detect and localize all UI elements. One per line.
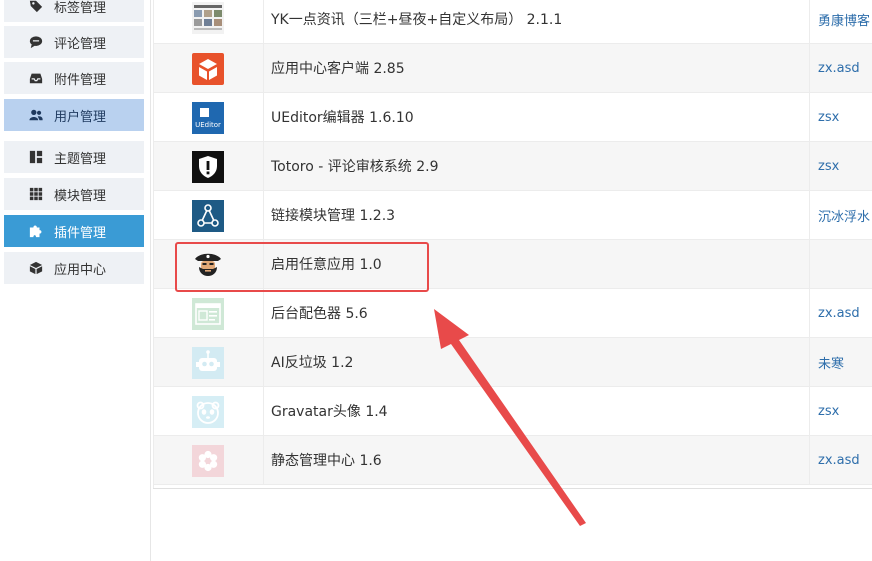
table-row[interactable]: 链接模块管理 1.2.3 沉冰浮水 [153,191,872,240]
plugin-author-link[interactable]: zsx [809,387,872,435]
plugin-author-link[interactable] [809,240,872,288]
plugin-name: 应用中心客户端 2.85 [271,61,405,77]
sidebar-item-tags[interactable]: 标签管理 [4,0,144,22]
ueditor-icon-label: UEditor [195,121,221,129]
sidebar-item-plugins[interactable]: 插件管理 [4,215,144,247]
plugin-author-link[interactable]: 未寒 [809,338,872,386]
comment-icon [29,36,43,49]
table-row[interactable]: AI反垃圾 1.2 未寒 [153,338,872,387]
plugin-name: 静态管理中心 1.6 [271,453,382,469]
layout-icon [29,150,43,164]
users-icon [29,109,43,121]
tag-icon [29,0,43,13]
sidebar-item-label: 模块管理 [54,188,107,204]
plugin-author-link[interactable]: zsx [809,93,872,141]
plugin-name: 链接模块管理 1.2.3 [271,208,396,224]
sidebar-item-label: 插件管理 [54,225,107,241]
sidebar-item-label: 应用中心 [54,262,107,278]
sidebar: 标签管理 评论管理 附件管理 用户管理 主题管理 模块管理 插件管理 应用中心 [0,0,151,561]
shield-alert-icon [192,151,224,183]
puzzle-icon [29,225,42,238]
table-bottom-border [153,488,872,489]
share-nodes-icon [192,200,224,232]
plugin-author-link[interactable]: zsx [809,142,872,190]
plugin-name: AI反垃圾 1.2 [271,355,354,371]
app-center-cube-icon [192,53,224,85]
plugin-author-link[interactable]: zx.asd [809,44,872,92]
grid-icon [29,187,43,201]
table-left-border [153,0,154,489]
table-row[interactable]: 后台配色器 5.6 zx.asd [153,289,872,338]
palette-window-icon [192,298,224,330]
highlight-annotation-box [175,242,429,292]
plugin-name: Totoro - 评论审核系统 2.9 [271,159,439,175]
panda-icon [192,396,224,428]
sidebar-item-comments[interactable]: 评论管理 [4,26,144,58]
sidebar-item-attachments[interactable]: 附件管理 [4,62,144,94]
sidebar-item-label: 主题管理 [54,151,107,167]
table-row[interactable]: UEditor UEditor编辑器 1.6.10 zsx [153,93,872,142]
plugin-name: UEditor编辑器 1.6.10 [271,110,414,126]
sidebar-item-label: 附件管理 [54,72,107,88]
table-row[interactable]: 应用中心客户端 2.85 zx.asd [153,44,872,93]
plugin-author-link[interactable]: 沉冰浮水 [809,191,872,239]
flower-icon [192,445,224,477]
sidebar-item-label: 评论管理 [54,36,107,52]
sidebar-item-label: 标签管理 [54,0,107,16]
plugin-name: YK一点资讯（三栏+昼夜+自定义布局） 2.1.1 [271,12,563,28]
plugin-name: 后台配色器 5.6 [271,306,368,322]
plugin-author-link[interactable]: 勇康博客 [809,0,872,43]
robot-icon [192,347,224,379]
sidebar-item-label: 用户管理 [54,109,107,125]
table-row[interactable]: Totoro - 评论审核系统 2.9 zsx [153,142,872,191]
box-icon [29,261,43,275]
sidebar-item-users[interactable]: 用户管理 [4,99,144,131]
inbox-icon [29,73,43,84]
table-row[interactable]: YK一点资讯（三栏+昼夜+自定义布局） 2.1.1 勇康博客 [153,0,872,44]
plugin-author-link[interactable]: zx.asd [809,436,872,484]
sidebar-item-app-center[interactable]: 应用中心 [4,252,144,284]
plugin-author-link[interactable]: zx.asd [809,289,872,337]
table-row[interactable]: 静态管理中心 1.6 zx.asd [153,436,872,485]
sidebar-item-modules[interactable]: 模块管理 [4,178,144,210]
sidebar-item-themes[interactable]: 主题管理 [4,141,144,173]
table-row[interactable]: Gravatar头像 1.4 zsx [153,387,872,436]
plugin-name: Gravatar头像 1.4 [271,404,388,420]
news-thumbnail-icon [192,2,224,34]
ueditor-icon: UEditor [192,102,224,134]
